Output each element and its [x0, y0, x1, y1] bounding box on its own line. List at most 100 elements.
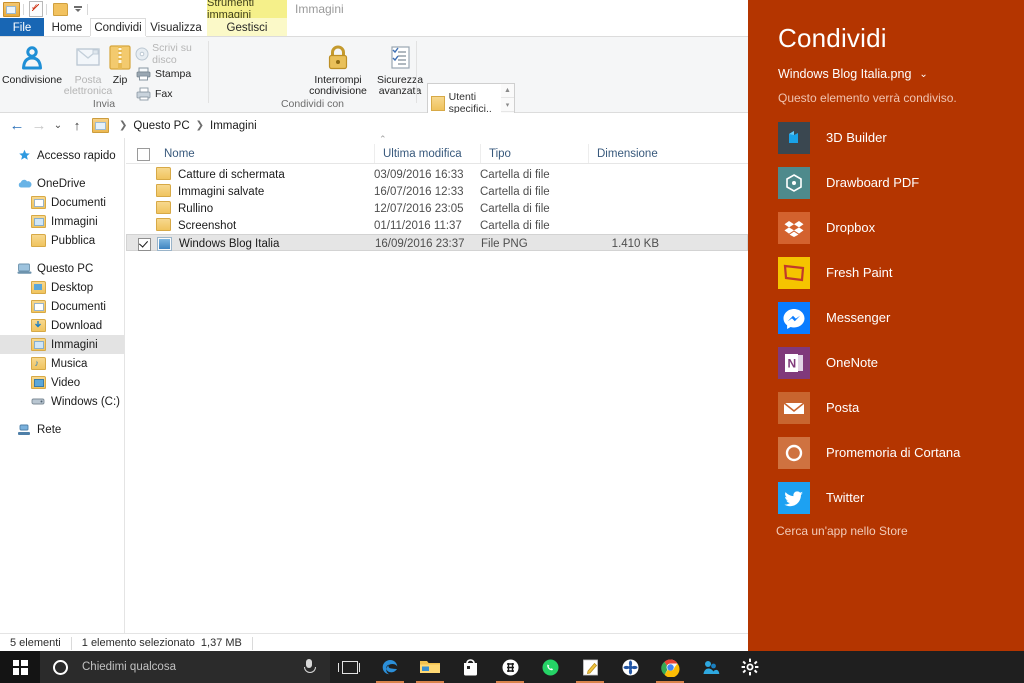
- taskbar-blue-flower-icon[interactable]: [610, 651, 650, 683]
- share-app-posta[interactable]: Posta: [748, 385, 1024, 430]
- taskbar-file-explorer-icon[interactable]: [410, 651, 450, 683]
- recent-locations-button[interactable]: ⌄: [50, 115, 66, 137]
- cortana-icon: [778, 436, 810, 469]
- navigation-pane[interactable]: Accesso rapido OneDrive Documenti Immagi…: [0, 138, 125, 633]
- breadcrumb-item-immagini[interactable]: Immagini: [210, 120, 257, 132]
- file-list[interactable]: ⌃ Nome Ultima modifica Tipo Dimensione C…: [126, 135, 748, 633]
- sidebar-item-accesso-rapido[interactable]: Accesso rapido: [0, 146, 124, 165]
- folder-icon: [30, 234, 46, 248]
- share-icon: [18, 41, 46, 73]
- scroll-thumb-icon[interactable]: ▾: [501, 98, 514, 112]
- documents-folder-icon: [30, 196, 46, 210]
- burn-disc-icon: [135, 46, 149, 61]
- scroll-up-icon[interactable]: ▲: [501, 84, 514, 98]
- stop-sharing-label: Interrompi condivisione: [309, 74, 367, 97]
- taskbar-notepad-pencil-icon[interactable]: [570, 651, 610, 683]
- sidebar-item-questo-pc[interactable]: Questo PC: [0, 259, 124, 278]
- sidebar-item-musica[interactable]: ♪ Musica: [0, 354, 124, 373]
- share-app-onenote[interactable]: N OneNote: [748, 340, 1024, 385]
- file-size-cell: [588, 217, 668, 234]
- cortana-ring-icon[interactable]: [53, 659, 68, 675]
- file-modified-cell: 16/07/2016 12:33: [374, 185, 464, 198]
- tab-condividi[interactable]: Condividi: [90, 18, 146, 37]
- share-app-list[interactable]: 3D Builder Drawboard PDF Dropbox Fresh P…: [748, 115, 1024, 520]
- properties-icon[interactable]: ✓: [29, 1, 43, 17]
- ribbon-group-invia: Condivisione Posta elettronica Zip Scriv…: [0, 37, 208, 112]
- sidebar-item-documenti[interactable]: Documenti: [0, 297, 124, 316]
- sidebar-item-windows-c[interactable]: Windows (C:): [0, 392, 124, 411]
- share-with-value: Utenti specifici..: [448, 91, 492, 115]
- sidebar-item-onedrive[interactable]: OneDrive: [0, 174, 124, 193]
- column-header-ultima-modifica[interactable]: Ultima modifica: [374, 144, 480, 163]
- sidebar-item-rete[interactable]: Rete: [0, 420, 124, 439]
- tab-home[interactable]: Home: [44, 18, 90, 37]
- select-all-checkbox[interactable]: [137, 148, 150, 161]
- taskbar-microsoft-store-icon[interactable]: [450, 651, 490, 683]
- table-row[interactable]: Catture di schermata 03/09/2016 16:33 Ca…: [126, 166, 748, 183]
- taskbar-blue-app-icon[interactable]: [690, 651, 730, 683]
- share-app-twitter[interactable]: Twitter: [748, 475, 1024, 520]
- table-row[interactable]: Immagini salvate 16/07/2016 12:33 Cartel…: [126, 183, 748, 200]
- sidebar-item-immagini[interactable]: Immagini: [0, 335, 124, 354]
- mail-icon: [778, 391, 810, 424]
- taskbar-whatsapp-icon[interactable]: [530, 651, 570, 683]
- sidebar-label: Questo PC: [37, 262, 94, 275]
- sidebar-item-download[interactable]: Download: [0, 316, 124, 335]
- advanced-security-label: Sicurezza avanzata: [376, 74, 424, 97]
- taskbar-edge-icon[interactable]: [370, 651, 410, 683]
- up-button[interactable]: ↑: [66, 115, 88, 137]
- table-row[interactable]: Screenshot 01/11/2016 11:37 Cartella di …: [126, 217, 748, 234]
- share-app-dropbox[interactable]: Dropbox: [748, 205, 1024, 250]
- share-button[interactable]: Condivisione: [2, 41, 62, 99]
- star-pin-icon: [16, 149, 32, 163]
- row-checkbox[interactable]: [138, 238, 151, 251]
- sidebar-item-onedrive-immagini[interactable]: Immagini: [0, 212, 124, 231]
- settings-gear-icon[interactable]: [730, 651, 770, 683]
- sidebar-item-onedrive-documenti[interactable]: Documenti: [0, 193, 124, 212]
- stop-sharing-button[interactable]: Interrompi condivisione: [305, 41, 371, 99]
- customize-dropdown-icon[interactable]: [72, 3, 84, 15]
- print-item[interactable]: Stampa: [135, 65, 191, 82]
- sidebar-label: Documenti: [51, 196, 106, 209]
- column-headers[interactable]: Nome Ultima modifica Tipo Dimensione: [126, 144, 748, 164]
- column-header-nome[interactable]: Nome: [156, 144, 374, 163]
- onedrive-cloud-icon: [16, 177, 32, 191]
- new-folder-icon[interactable]: [53, 2, 68, 16]
- breadcrumb-folder-icon: [92, 118, 109, 133]
- sidebar-item-desktop[interactable]: Desktop: [0, 278, 124, 297]
- taskbar-app-dark-icon[interactable]: [490, 651, 530, 683]
- email-icon: [74, 41, 102, 73]
- tab-file[interactable]: File: [0, 18, 44, 37]
- taskbar-chrome-icon[interactable]: [650, 651, 690, 683]
- tab-visualizza[interactable]: Visualizza: [146, 18, 206, 37]
- sidebar-item-video[interactable]: Video: [0, 373, 124, 392]
- tab-gestisci[interactable]: Gestisci: [207, 18, 287, 37]
- table-row[interactable]: Windows Blog Italia 16/09/2016 23:37 Fil…: [126, 234, 748, 251]
- sidebar-item-onedrive-pubblica[interactable]: Pubblica: [0, 231, 124, 250]
- share-app-fresh-paint[interactable]: Fresh Paint: [748, 250, 1024, 295]
- ribbon-group-divider: [416, 41, 417, 103]
- advanced-security-button[interactable]: Sicurezza avanzata: [372, 41, 428, 99]
- store-search-link[interactable]: Cerca un'app nello Store: [776, 524, 908, 538]
- share-file-selector[interactable]: Windows Blog Italia.png ⌄: [778, 67, 928, 81]
- share-app-3d-builder[interactable]: 3D Builder: [748, 115, 1024, 160]
- task-view-icon[interactable]: [330, 651, 370, 683]
- share-app-drawboard-pdf[interactable]: Drawboard PDF: [748, 160, 1024, 205]
- sidebar-label: Pubblica: [51, 234, 96, 247]
- printer-icon: [135, 66, 152, 81]
- table-row[interactable]: Rullino 12/07/2016 23:05 Cartella di fil…: [126, 200, 748, 217]
- column-header-tipo[interactable]: Tipo: [480, 144, 588, 163]
- share-app-messenger[interactable]: Messenger: [748, 295, 1024, 340]
- search-input[interactable]: Chiedimi qualcosa: [40, 651, 330, 683]
- file-modified-cell: 01/11/2016 11:37: [374, 219, 462, 232]
- zip-button[interactable]: Zip: [100, 41, 140, 99]
- column-header-dimensione[interactable]: Dimensione: [588, 144, 668, 163]
- windows-start-icon[interactable]: [0, 651, 40, 683]
- breadcrumb-item-questo-pc[interactable]: Questo PC: [133, 120, 189, 132]
- breadcrumb[interactable]: ❯ Questo PC ❯ Immagini: [92, 115, 748, 137]
- documents-folder-icon: [30, 300, 46, 314]
- microphone-icon[interactable]: [302, 659, 316, 675]
- chevron-down-icon[interactable]: ⌄: [919, 69, 927, 80]
- share-app-promemoria-cortana[interactable]: Promemoria di Cortana: [748, 430, 1024, 475]
- back-button[interactable]: ←: [6, 115, 28, 137]
